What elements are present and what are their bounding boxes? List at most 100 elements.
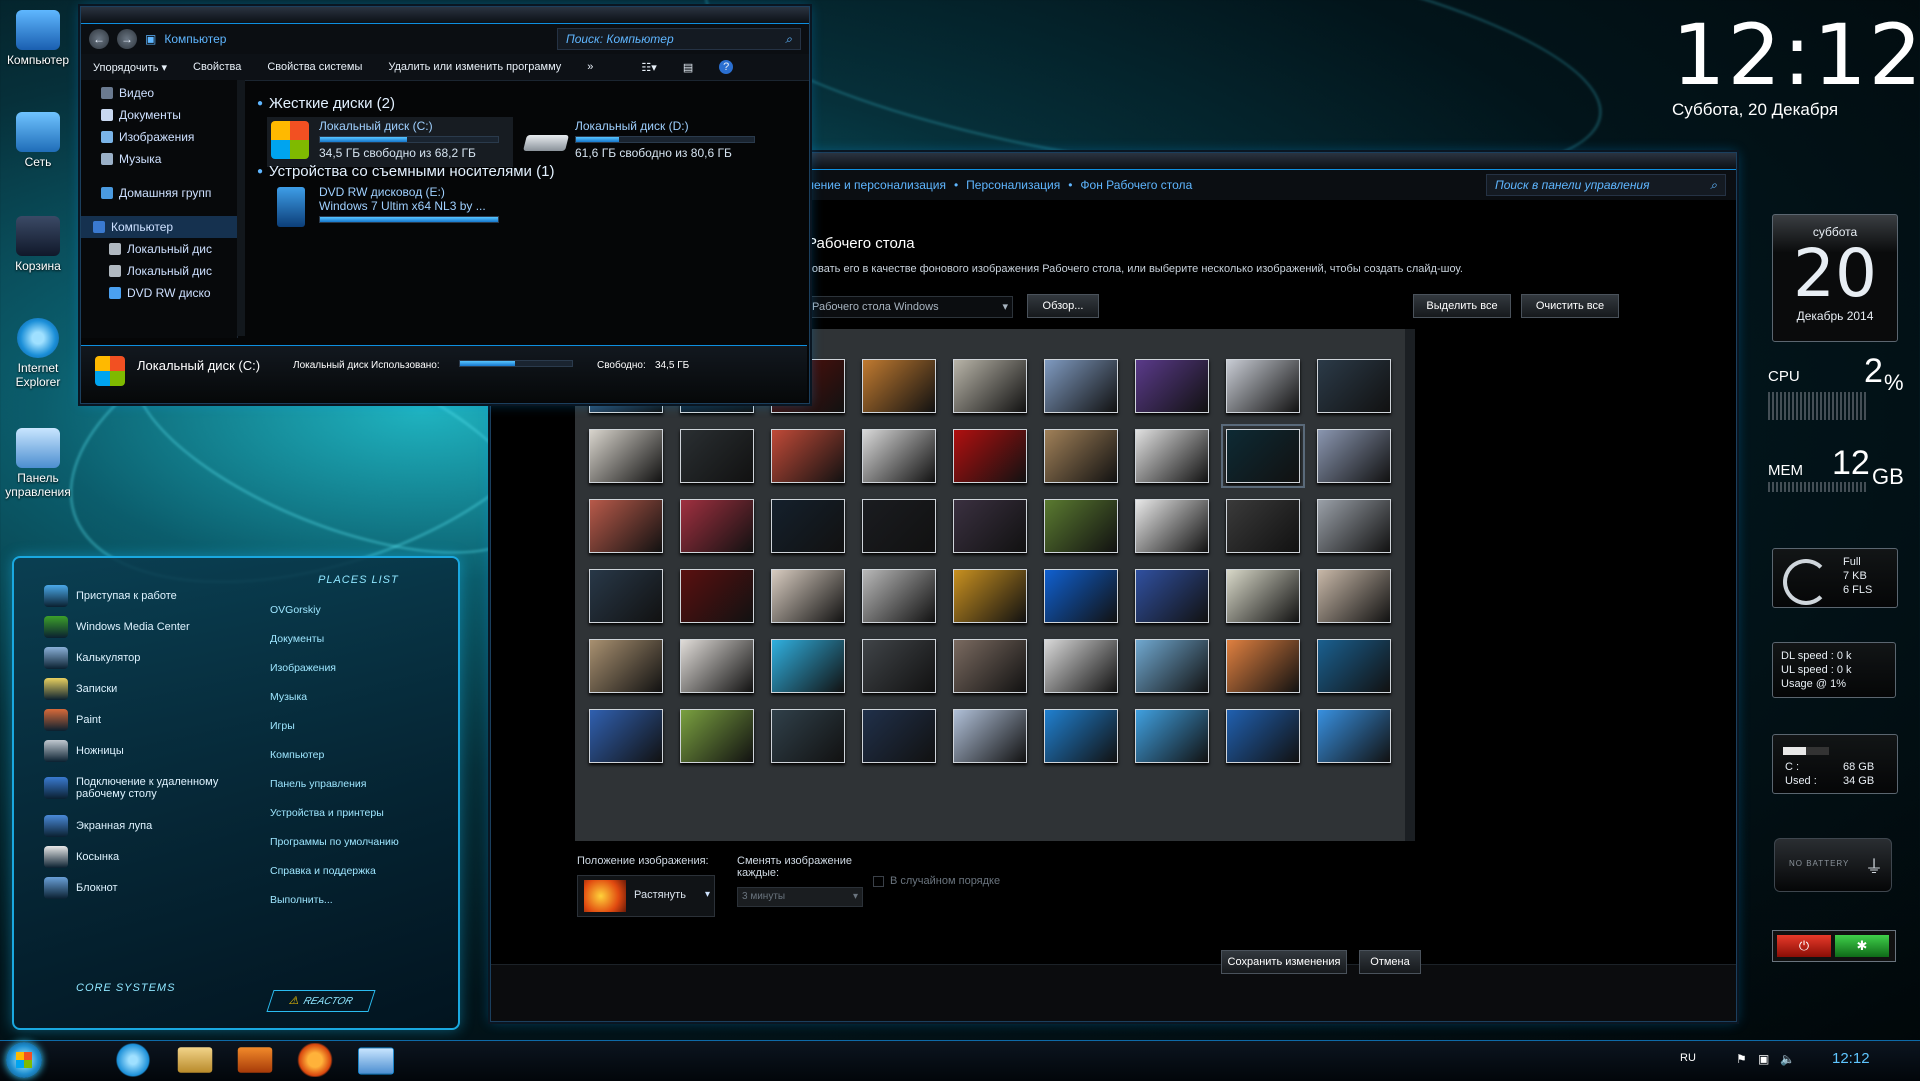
explorer-search-input[interactable]: Поиск: Компьютер ⌕ bbox=[557, 28, 801, 50]
start-menu-item[interactable]: Калькулятор bbox=[44, 642, 244, 673]
organize-menu[interactable]: Упорядочить ▾ bbox=[93, 61, 167, 74]
start-menu-item[interactable]: Windows Media Center bbox=[44, 611, 244, 642]
drive-e-tile[interactable]: DVD RW дисковод (E:) Windows 7 Ultim x64… bbox=[267, 183, 513, 233]
view-options-icon[interactable]: ☷▾ bbox=[641, 61, 656, 74]
wallpaper-thumbnail[interactable] bbox=[589, 709, 663, 763]
position-select[interactable]: Растянуть ▾ bbox=[577, 875, 715, 917]
start-menu-item[interactable]: Записки bbox=[44, 673, 244, 704]
nav-item-drive[interactable]: Локальный дис bbox=[81, 238, 237, 260]
drive-c-tile[interactable]: Локальный диск (C:) 34,5 ГБ свободно из … bbox=[267, 117, 513, 167]
memory-gadget[interactable]: MEM 12 GB bbox=[1768, 444, 1904, 504]
wallpaper-thumbnail[interactable] bbox=[862, 499, 936, 553]
battery-gadget[interactable]: NO BATTERY ⏚ bbox=[1774, 838, 1892, 892]
wallpaper-thumbnail[interactable] bbox=[1135, 359, 1209, 413]
wallpaper-thumbnail[interactable] bbox=[1226, 359, 1300, 413]
wallpaper-thumbnail[interactable] bbox=[953, 499, 1027, 553]
wallpaper-thumbnail[interactable] bbox=[1044, 499, 1118, 553]
wallpaper-thumbnail[interactable] bbox=[1044, 569, 1118, 623]
breadcrumb-item[interactable]: ление и персонализация bbox=[807, 178, 946, 192]
help-icon[interactable]: ? bbox=[719, 60, 734, 74]
desktop-icon-control-panel[interactable]: Панель управления bbox=[4, 428, 72, 499]
gallery-scrollbar[interactable] bbox=[1405, 329, 1415, 841]
wallpaper-thumbnail[interactable] bbox=[1135, 639, 1209, 693]
wallpaper-thumbnail[interactable] bbox=[1317, 569, 1391, 623]
breadcrumb-item[interactable]: Персонализация bbox=[966, 178, 1060, 192]
interval-select[interactable]: 3 минуты ▾ bbox=[737, 887, 863, 907]
calendar-gadget[interactable]: суббота 20 Декабрь 2014 bbox=[1772, 214, 1898, 342]
cancel-button[interactable]: Отмена bbox=[1359, 950, 1421, 974]
wallpaper-thumbnail[interactable] bbox=[1317, 429, 1391, 483]
preview-pane-icon[interactable]: ▤ bbox=[683, 61, 693, 74]
clear-all-button[interactable]: Очистить все bbox=[1521, 294, 1619, 318]
start-menu-item[interactable]: Блокнот bbox=[44, 872, 244, 903]
uninstall-program-button[interactable]: Удалить или изменить программу bbox=[388, 61, 561, 73]
select-all-button[interactable]: Выделить все bbox=[1413, 294, 1511, 318]
wallpaper-thumbnail[interactable] bbox=[953, 359, 1027, 413]
drive-gadget[interactable]: C : 68 GB Used : 34 GB bbox=[1772, 734, 1898, 794]
wallpaper-thumbnail[interactable] bbox=[862, 709, 936, 763]
explorer-titlebar[interactable] bbox=[81, 7, 809, 24]
wallpaper-thumbnail[interactable] bbox=[589, 499, 663, 553]
wallpaper-thumbnail[interactable] bbox=[771, 709, 845, 763]
wallpaper-thumbnail[interactable] bbox=[1044, 639, 1118, 693]
taskbar-ie-icon[interactable] bbox=[110, 1043, 156, 1077]
wallpaper-thumbnail[interactable] bbox=[1135, 499, 1209, 553]
start-menu-item[interactable]: Приступая к работе bbox=[44, 580, 244, 611]
control-panel-search-input[interactable]: Поиск в панели управления ⌕ bbox=[1486, 174, 1726, 196]
taskbar-media-player-icon[interactable] bbox=[237, 1047, 273, 1073]
wallpaper-thumbnail[interactable] bbox=[1317, 709, 1391, 763]
breadcrumb-computer[interactable]: Компьютер bbox=[164, 32, 226, 46]
save-changes-button[interactable]: Сохранить изменения bbox=[1221, 950, 1347, 974]
properties-button[interactable]: Свойства bbox=[193, 61, 241, 73]
wallpaper-thumbnail[interactable] bbox=[680, 569, 754, 623]
wallpaper-thumbnail[interactable] bbox=[589, 429, 663, 483]
places-list-item[interactable]: Игры bbox=[270, 712, 440, 741]
browse-button[interactable]: Обзор... bbox=[1027, 294, 1099, 318]
wallpaper-thumbnail[interactable] bbox=[1044, 429, 1118, 483]
wallpaper-thumbnail[interactable] bbox=[1317, 359, 1391, 413]
wallpaper-thumbnail[interactable] bbox=[1226, 639, 1300, 693]
start-button[interactable] bbox=[6, 1042, 42, 1078]
wallpaper-thumbnail[interactable] bbox=[680, 709, 754, 763]
picture-location-select[interactable]: Рабочего стола Windows ▾ bbox=[807, 296, 1013, 318]
nav-item-documents-folder[interactable]: Документы bbox=[81, 104, 237, 126]
forward-icon[interactable]: → bbox=[117, 29, 137, 49]
wallpaper-thumbnail[interactable] bbox=[680, 499, 754, 553]
nav-item-video-folder[interactable]: Видео bbox=[81, 82, 237, 104]
nav-item-pictures-folder[interactable]: Изображения bbox=[81, 126, 237, 148]
sleep-icon[interactable]: ✱ bbox=[1835, 935, 1889, 957]
wallpaper-thumbnail[interactable] bbox=[1044, 359, 1118, 413]
desktop-icon-computer[interactable]: Компьютер bbox=[4, 10, 72, 67]
wallpaper-thumbnail[interactable] bbox=[862, 429, 936, 483]
taskbar-firefox-icon[interactable] bbox=[292, 1043, 338, 1077]
shuffle-checkbox[interactable]: В случайном порядке bbox=[873, 875, 1000, 887]
taskbar-control-panel-icon[interactable] bbox=[358, 1047, 394, 1075]
start-menu-item[interactable]: Косынка bbox=[44, 841, 244, 872]
wallpaper-thumbnail[interactable] bbox=[1221, 424, 1305, 488]
recycle-bin-gadget[interactable]: Full 7 KB 6 FLS bbox=[1772, 548, 1898, 608]
wallpaper-thumbnail[interactable] bbox=[953, 569, 1027, 623]
language-indicator[interactable]: RU bbox=[1680, 1052, 1696, 1064]
removable-drives-group[interactable]: ● Устройства со съемными носителями (1) bbox=[257, 163, 554, 180]
wallpaper-thumbnail[interactable] bbox=[1226, 569, 1300, 623]
places-list-item[interactable]: Панель управления bbox=[270, 770, 440, 799]
desktop-icon-recycle-bin[interactable]: Корзина bbox=[4, 216, 72, 273]
wallpaper-thumbnail[interactable] bbox=[862, 569, 936, 623]
more-button[interactable]: » bbox=[587, 61, 593, 73]
places-list-item[interactable]: OVGorskiy bbox=[270, 596, 440, 625]
wallpaper-thumbnail[interactable] bbox=[589, 569, 663, 623]
wallpaper-thumbnail[interactable] bbox=[1317, 499, 1391, 553]
places-list-item[interactable]: Устройства и принтеры bbox=[270, 799, 440, 828]
wallpaper-thumbnail[interactable] bbox=[1135, 429, 1209, 483]
nav-item-dvd[interactable]: DVD RW диско bbox=[81, 282, 237, 304]
breadcrumb-item[interactable]: Фон Рабочего стола bbox=[1080, 178, 1192, 192]
shutdown-icon[interactable]: ⏻ bbox=[1777, 935, 1831, 957]
places-list-item[interactable]: Компьютер bbox=[270, 741, 440, 770]
start-menu-item[interactable]: Подключение к удаленному рабочему столу bbox=[44, 766, 244, 810]
start-menu-item[interactable]: Paint bbox=[44, 704, 244, 735]
places-list-item[interactable]: Документы bbox=[270, 625, 440, 654]
places-list-item[interactable]: Изображения bbox=[270, 654, 440, 683]
wallpaper-thumbnail[interactable] bbox=[589, 639, 663, 693]
system-properties-button[interactable]: Свойства системы bbox=[267, 61, 362, 73]
wallpaper-thumbnail[interactable] bbox=[771, 569, 845, 623]
